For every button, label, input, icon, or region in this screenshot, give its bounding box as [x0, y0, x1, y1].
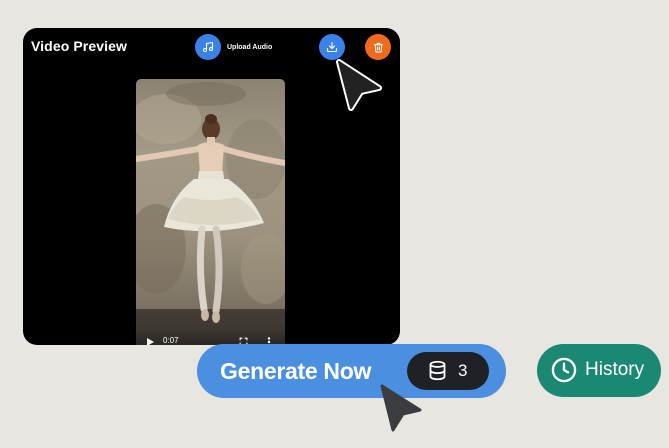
download-icon [326, 41, 338, 53]
mouse-pointer-icon [336, 59, 382, 111]
history-label: History [585, 359, 645, 380]
trash-icon [373, 42, 383, 53]
video-thumbnail [136, 82, 285, 345]
preview-title: Video Preview [31, 38, 127, 54]
upload-audio-button[interactable]: Upload Audio [195, 34, 272, 60]
video-controls: 0:07 [136, 329, 285, 345]
video-player[interactable]: 0:07 [136, 79, 285, 345]
database-icon [429, 360, 446, 381]
download-button[interactable] [319, 34, 345, 60]
current-time: 0:07 [163, 336, 179, 345]
upload-audio-label: Upload Audio [227, 43, 273, 51]
delete-button[interactable] [365, 34, 391, 60]
generate-now-button[interactable]: Generate Now 3 [197, 344, 506, 398]
mouse-pointer-icon [380, 384, 422, 432]
history-button[interactable]: History [537, 344, 661, 397]
music-note-icon [195, 34, 221, 60]
play-icon[interactable] [147, 338, 154, 345]
clock-icon [551, 357, 577, 383]
credits-count: 3 [458, 361, 468, 380]
generate-label: Generate Now [220, 358, 372, 384]
app-canvas: Video Preview Upload Audio 0:07 Generate… [0, 0, 669, 448]
